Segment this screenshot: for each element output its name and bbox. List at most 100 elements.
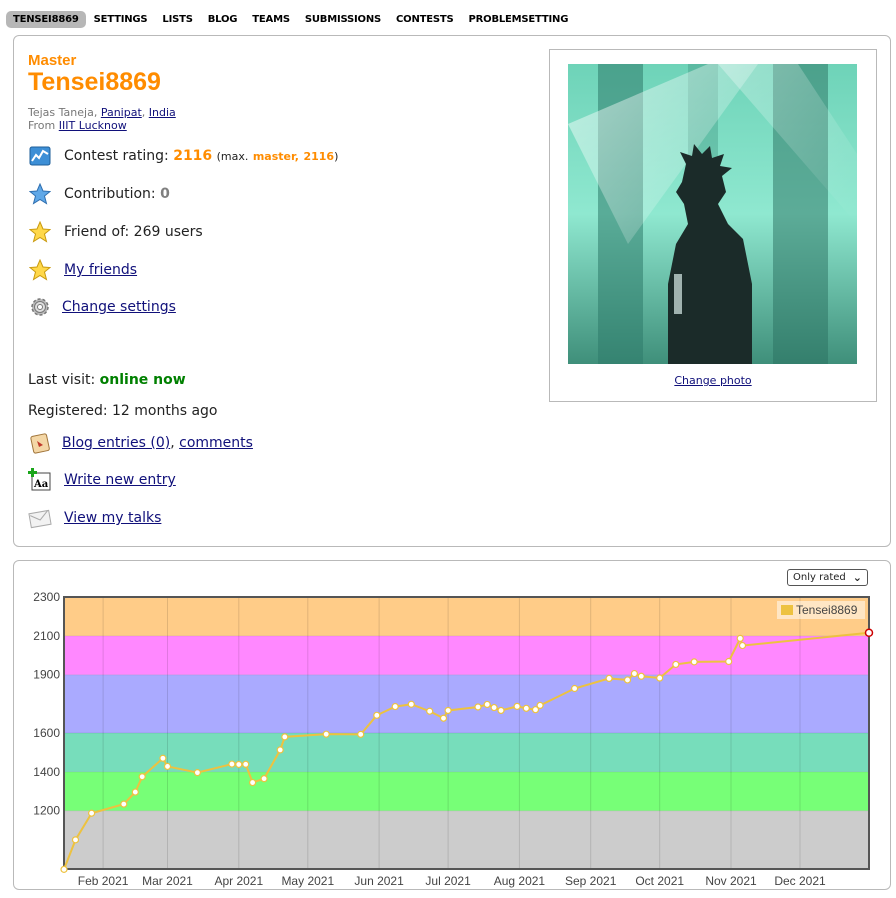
nav-tab-tensei8869[interactable]: TENSEI8869: [6, 10, 86, 28]
data-point: [391, 702, 399, 711]
data-point: [357, 730, 365, 738]
x-tick-label: Nov 2021: [705, 874, 757, 888]
data-point: [474, 703, 482, 711]
y-tick-label: 1400: [33, 765, 60, 779]
write-new-entry-link[interactable]: Write new entry: [64, 472, 176, 488]
x-tick-label: Feb 2021: [78, 874, 129, 888]
nav-tab-lists[interactable]: LISTS: [155, 11, 199, 28]
comments-link[interactable]: comments: [179, 435, 253, 451]
data-point: [690, 658, 698, 666]
user-fullname: Tejas Taneja,: [28, 106, 98, 119]
svg-text:Aa: Aa: [33, 479, 49, 490]
star-icon: [28, 258, 52, 282]
data-point: [235, 760, 243, 769]
last-visit-label: Last visit:: [28, 372, 96, 388]
data-point: [71, 836, 80, 844]
data-point: [725, 657, 733, 666]
view-my-talks-link[interactable]: View my talks: [64, 510, 161, 526]
nav-tab-submissions[interactable]: SUBMISSIONS: [298, 11, 388, 28]
max-rating-prefix: (max.: [216, 149, 249, 163]
data-point: [736, 634, 744, 642]
organization-link[interactable]: IIIT Lucknow: [59, 119, 127, 132]
blog-entries-link[interactable]: Blog entries (0): [62, 435, 170, 451]
y-tick-label: 2100: [33, 629, 60, 643]
x-tick-label: Oct 2021: [635, 874, 684, 888]
my-friends-link[interactable]: My friends: [64, 262, 137, 278]
rating-band: [64, 674, 869, 733]
data-point: [570, 684, 579, 693]
registered-row: Registered: 12 months ago: [28, 399, 217, 423]
last-visit-value: online now: [99, 372, 186, 388]
envelope-icon: [28, 506, 52, 530]
profile-box: Master Tensei8869 Tejas Taneja, Panipat,…: [13, 35, 891, 547]
data-point: [439, 714, 448, 722]
x-tick-label: Aug 2021: [494, 874, 546, 888]
change-photo-link[interactable]: Change photo: [674, 374, 751, 387]
data-point: [138, 773, 146, 781]
legend-label: Tensei8869: [796, 603, 858, 617]
data-point: [276, 746, 284, 754]
registered-text: Registered: 12 months ago: [28, 403, 218, 419]
data-point: [513, 702, 521, 710]
x-tick-label: Sep 2021: [565, 874, 617, 888]
x-tick-label: Apr 2021: [214, 874, 263, 888]
avatar-frame: Change photo: [549, 49, 877, 402]
from-label: From: [28, 119, 56, 132]
star-icon: [28, 220, 52, 244]
nav-tab-problemsetting[interactable]: PROBLEMSETTING: [462, 11, 576, 28]
last-visit-row: Last visit: online now: [28, 368, 186, 392]
contribution-value: 0: [160, 186, 170, 202]
contribution-row: Contribution: 0: [28, 182, 170, 206]
my-friends-row: My friends: [28, 258, 137, 282]
contest-rating-value: 2116: [173, 148, 213, 164]
city-link[interactable]: Panipat: [101, 106, 142, 119]
data-point: [864, 628, 874, 637]
rating-band: [64, 733, 869, 772]
y-tick-label: 1600: [33, 726, 60, 740]
data-point: [373, 711, 381, 719]
blog-icon: [28, 431, 52, 455]
change-settings-row: Change settings: [28, 295, 176, 319]
rating-chart: 1200 1400 1600 1900 2100 2300 Feb 2021 Mar 2021…: [33, 590, 874, 888]
y-tick-label: 1200: [33, 804, 60, 818]
nav-tab-settings[interactable]: SETTINGS: [87, 11, 155, 28]
rating-graph-icon: [28, 144, 52, 168]
data-point: [605, 674, 613, 683]
nav-tab-contests[interactable]: CONTESTS: [389, 11, 461, 28]
data-point: [490, 703, 498, 712]
rating-band: [64, 810, 869, 869]
blue-star-icon: [28, 182, 52, 206]
write-entry-icon: Aa: [28, 468, 52, 492]
data-point: [672, 660, 680, 669]
max-rating-suffix: ): [334, 149, 339, 163]
gear-icon: [28, 295, 52, 319]
data-point: [623, 676, 632, 684]
x-tick-label: Dec 2021: [774, 874, 826, 888]
user-handle: Tensei8869: [28, 68, 161, 96]
data-point: [444, 706, 452, 715]
max-rank: master,: [252, 149, 299, 163]
data-point: [738, 641, 747, 650]
data-point: [281, 733, 289, 741]
user-organization: From IIIT Lucknow: [28, 119, 127, 132]
data-point: [193, 769, 201, 777]
data-point: [630, 669, 639, 678]
rating-chart-box: Only rated ⌄ 1200 1400 1600 1900 2100 2300 Feb…: [13, 560, 891, 890]
data-point: [407, 700, 415, 708]
x-tick-label: Jul 2021: [425, 874, 471, 888]
user-rank: Master: [28, 52, 77, 69]
data-point: [322, 730, 330, 738]
contest-rating-label: Contest rating:: [64, 148, 169, 164]
contribution-label: Contribution:: [64, 186, 156, 202]
nav-tab-blog[interactable]: BLOG: [201, 11, 245, 28]
nav-tab-teams[interactable]: TEAMS: [245, 11, 297, 28]
data-point: [536, 701, 544, 710]
y-tick-label: 1900: [33, 668, 60, 682]
change-settings-link[interactable]: Change settings: [62, 299, 176, 315]
data-point: [637, 672, 645, 680]
country-link[interactable]: India: [149, 106, 176, 119]
change-photo-row: Change photo: [550, 374, 876, 387]
talks-row: View my talks: [28, 506, 161, 530]
data-point: [131, 788, 139, 796]
data-point: [249, 778, 257, 787]
